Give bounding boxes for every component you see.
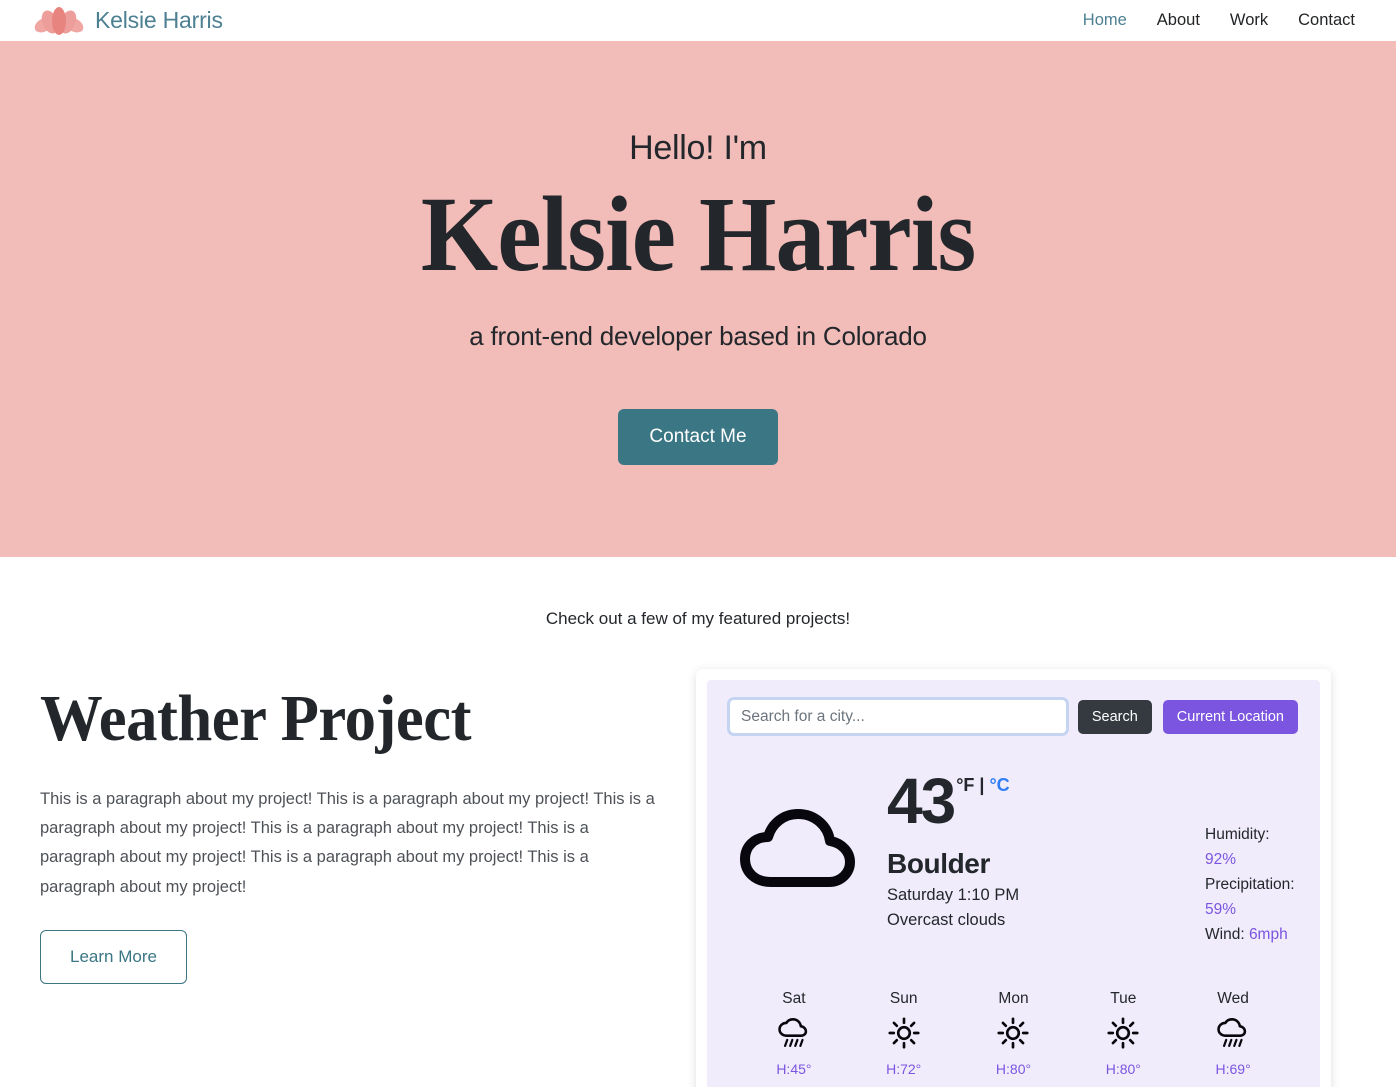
temperature-row: 43 °F | °C xyxy=(887,765,1087,837)
hero-tagline: a front-end developer based in Colorado xyxy=(469,320,927,351)
precipitation-row: Precipitation: 59% xyxy=(1205,872,1298,922)
forecast-day-label: Mon xyxy=(998,989,1029,1007)
forecast-high: H:72° xyxy=(886,1060,922,1077)
weather-widget-card: Search Current Location 43 °F | °C xyxy=(696,669,1331,1087)
cloud-icon xyxy=(737,771,877,899)
forecast-high: H:69° xyxy=(1215,1060,1251,1077)
unit-celsius[interactable]: °C xyxy=(989,775,1009,795)
featured-project-row: Weather Project This is a paragraph abou… xyxy=(0,669,1396,1087)
forecast-day-mon: Mon H:80° xyxy=(959,990,1069,1077)
learn-more-button[interactable]: Learn More xyxy=(40,929,187,984)
forecast-high: H:80° xyxy=(1105,1060,1141,1077)
nav-links: Home About Work Contact xyxy=(1083,11,1376,30)
humidity-row: Humidity: 92% xyxy=(1205,822,1298,872)
rain-cloud-icon xyxy=(1216,1017,1250,1051)
sun-icon xyxy=(1107,1016,1139,1051)
hero-greeting: Hello! I'm xyxy=(629,129,767,167)
forecast-high: H:45° xyxy=(776,1060,812,1077)
nav-link-about[interactable]: About xyxy=(1157,11,1200,30)
unit-separator: | xyxy=(979,775,985,795)
hero-section: Hello! I'm Kelsie Harris a front-end dev… xyxy=(0,41,1396,557)
humidity-label: Humidity: xyxy=(1205,826,1270,843)
current-temperature: 43 xyxy=(887,765,956,837)
unit-fahrenheit[interactable]: °F xyxy=(956,775,974,795)
search-button[interactable]: Search xyxy=(1077,699,1152,734)
wind-label: Wind: xyxy=(1205,926,1245,944)
forecast-day-label: Sat xyxy=(782,989,806,1007)
current-city: Boulder xyxy=(887,847,990,879)
weather-search-bar: Search Current Location xyxy=(727,697,1298,736)
unit-toggle: °F | °C xyxy=(954,771,1009,796)
city-search-input[interactable] xyxy=(727,697,1069,736)
contact-me-button[interactable]: Contact Me xyxy=(618,408,778,465)
humidity-value: 92% xyxy=(1205,851,1237,869)
navbar: Kelsie Harris Home About Work Contact xyxy=(0,0,1396,41)
forecast-high: H:80° xyxy=(995,1060,1032,1077)
forecast-day-label: Sun xyxy=(889,989,918,1007)
rain-cloud-icon xyxy=(777,1017,811,1051)
project-description: This is a paragraph about my project! Th… xyxy=(40,790,655,896)
current-time: Saturday 1:10 PM xyxy=(887,885,1020,904)
forecast-day-sat: Sat H:45° xyxy=(739,990,849,1077)
current-weather-main: 43 °F | °C Boulder Saturday 1:10 PM Over… xyxy=(877,765,1087,930)
forecast-day-label: Wed xyxy=(1217,989,1249,1007)
sun-icon xyxy=(997,1016,1030,1051)
forecast-day-label: Tue xyxy=(1110,989,1137,1007)
current-weather: 43 °F | °C Boulder Saturday 1:10 PM Over… xyxy=(729,765,1298,948)
forecast-day-tue: Tue H:80° xyxy=(1068,990,1178,1077)
nav-link-work[interactable]: Work xyxy=(1230,11,1268,30)
brand-name: Kelsie Harris xyxy=(95,7,223,33)
forecast-day-sun: Sun H:72° xyxy=(849,990,959,1077)
hero-name: Kelsie Harris xyxy=(420,176,976,294)
nav-link-home[interactable]: Home xyxy=(1083,11,1127,30)
forecast-day-wed: Wed H:69° xyxy=(1178,990,1288,1077)
lotus-flower-icon xyxy=(34,4,84,38)
precipitation-value: 59% xyxy=(1205,901,1237,919)
weather-widget-body: Search Current Location 43 °F | °C xyxy=(707,680,1320,1087)
current-description: Overcast clouds xyxy=(887,910,1006,929)
current-location-button[interactable]: Current Location xyxy=(1162,699,1298,734)
forecast-row: Sat H:45° Sun H:72° Mon H:80° Tue H:80° … xyxy=(729,990,1298,1077)
brand[interactable]: Kelsie Harris xyxy=(34,4,223,38)
project-info: Weather Project This is a paragraph abou… xyxy=(40,669,666,984)
project-title: Weather Project xyxy=(40,682,472,755)
current-weather-details: Humidity: 92% Precipitation: 59% Wind: 6… xyxy=(1087,771,1298,948)
wind-row: Wind: 6mph xyxy=(1205,922,1298,947)
precipitation-label: Precipitation: xyxy=(1205,876,1295,894)
sun-icon xyxy=(888,1016,920,1051)
nav-link-contact[interactable]: Contact xyxy=(1298,11,1355,30)
projects-intro: Check out a few of my featured projects! xyxy=(545,609,851,628)
wind-value: 6mph xyxy=(1248,926,1288,944)
